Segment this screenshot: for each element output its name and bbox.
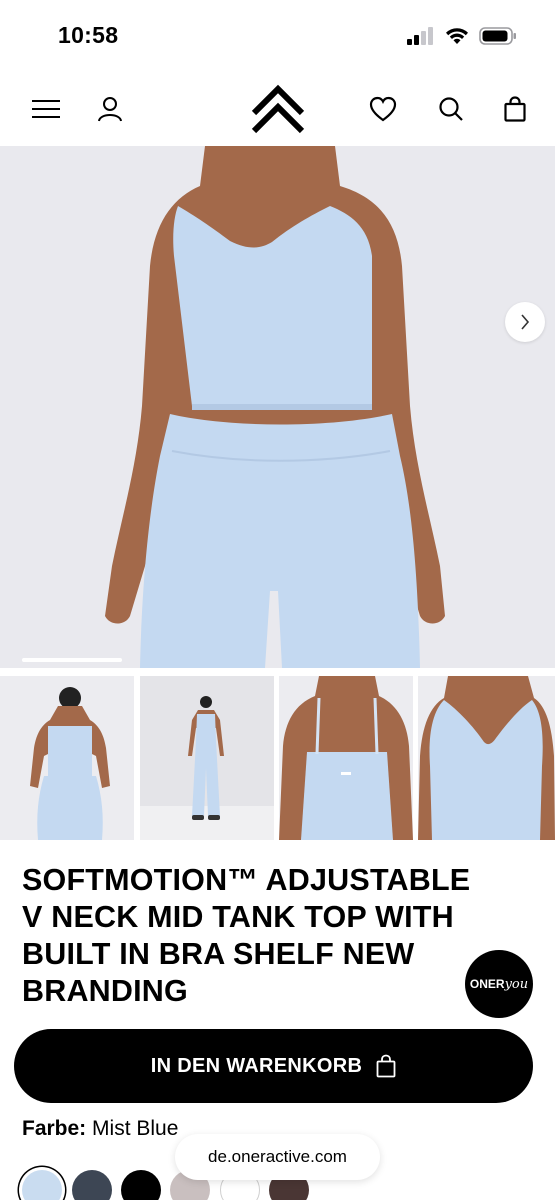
thumbnail-strip [0, 676, 555, 840]
swatch-mist-blue[interactable] [22, 1170, 62, 1200]
thumbnail-back-view[interactable] [0, 676, 134, 840]
thumbnail-back-detail[interactable] [279, 676, 413, 840]
product-title-line: SOFTMOTION™ ADJUSTABLE [22, 863, 471, 897]
browser-url-bar[interactable]: de.oneractive.com [175, 1134, 380, 1180]
browser-url: de.oneractive.com [208, 1147, 347, 1166]
product-title-line: BUILT IN BRA SHELF NEW [22, 937, 415, 971]
search-icon[interactable] [431, 89, 471, 129]
site-header [0, 72, 555, 146]
wishlist-heart-icon[interactable] [363, 89, 403, 129]
product-title-line: BRANDING [22, 974, 188, 1008]
product-title-line: V NECK MID TANK TOP WITH [22, 900, 454, 934]
battery-icon [479, 27, 516, 45]
product-hero-image[interactable] [0, 146, 555, 668]
menu-icon[interactable] [26, 89, 66, 129]
carousel-progress-indicator [22, 658, 122, 662]
thumbnail-full-body-front[interactable] [140, 676, 274, 840]
product-title: SOFTMOTION™ ADJUSTABLE V NECK MID TANK T… [22, 862, 522, 1010]
swatch-black[interactable] [121, 1170, 161, 1200]
status-time: 10:58 [58, 22, 119, 48]
color-selection-label: Farbe: Mist Blue [22, 1117, 178, 1141]
add-to-cart-label: IN DEN WARENKORB [150, 1054, 363, 1077]
oner-you-chat-badge[interactable]: ONER you [465, 950, 533, 1018]
color-value: Mist Blue [92, 1117, 179, 1140]
status-icons [407, 26, 517, 46]
carousel-next-button[interactable] [505, 302, 545, 342]
color-label: Farbe: [22, 1117, 87, 1140]
wifi-icon [446, 28, 468, 44]
add-to-cart-button[interactable]: IN DEN WARENKORB [14, 1029, 533, 1103]
signal-icon [407, 27, 433, 45]
shopping-bag-icon[interactable] [495, 89, 535, 129]
status-bar: 10:58 [0, 0, 555, 72]
model-front-view [0, 146, 555, 668]
shopping-bag-icon [376, 1054, 396, 1078]
chat-badge-text-accent: you [504, 976, 529, 992]
brand-logo[interactable] [249, 80, 307, 138]
chat-badge-text-main: ONER [469, 977, 505, 991]
swatch-navy[interactable] [72, 1170, 112, 1200]
thumbnail-front-detail[interactable] [418, 676, 555, 840]
chevron-right-icon [521, 314, 530, 330]
account-icon[interactable] [90, 89, 130, 129]
